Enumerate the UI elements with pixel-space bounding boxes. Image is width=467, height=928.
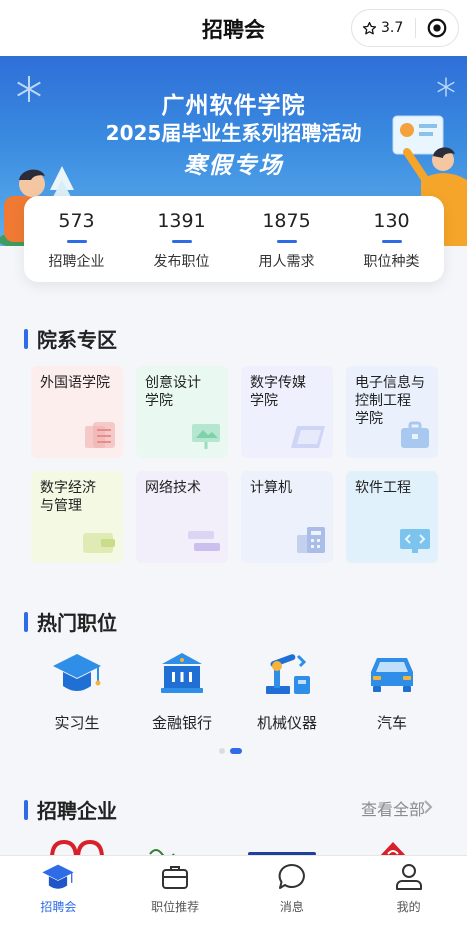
stat-demand[interactable]: 1875 用人需求 <box>234 196 339 282</box>
monitor-code-icon <box>400 529 430 553</box>
robot-arm-icon <box>266 654 310 694</box>
tab-label: 招聘会 <box>40 900 77 914</box>
user-icon <box>395 864 422 890</box>
tab-messages[interactable]: 消息 <box>234 856 351 928</box>
position-automotive[interactable]: 汽车 <box>342 648 442 733</box>
position-label: 实习生 <box>54 714 100 732</box>
rating-button[interactable]: 3.7 <box>352 20 415 36</box>
section-departments: 院系专区 <box>24 324 117 353</box>
carousel-pager[interactable] <box>219 748 242 754</box>
position-intern[interactable]: 实习生 <box>27 648 127 733</box>
dept-card-digital-media[interactable]: 数字传媒 学院 <box>241 366 333 458</box>
section-marker <box>24 799 28 820</box>
tab-job-recommend[interactable]: 职位推荐 <box>117 856 234 928</box>
tab-label: 消息 <box>279 900 304 914</box>
tab-profile[interactable]: 我的 <box>350 856 467 928</box>
target-icon <box>427 18 447 38</box>
dept-label: 数字经济 与管理 <box>40 480 96 514</box>
close-mini-program-button[interactable] <box>416 17 458 39</box>
stat-label: 招聘企业 <box>48 254 105 270</box>
dept-label: 计算机 <box>250 480 292 496</box>
bottom-tab-bar: 招聘会 职位推荐 消息 我的 <box>0 855 467 928</box>
mini-program-capsule: 3.7 <box>351 9 459 47</box>
stat-label: 职位种类 <box>363 254 420 270</box>
graduation-cap-icon <box>53 654 101 691</box>
dept-card-electronics[interactable]: 电子信息与 控制工程 学院 <box>346 366 438 458</box>
section-companies: 招聘企业 <box>24 795 117 824</box>
dept-card-computer[interactable]: 计算机 <box>241 471 333 563</box>
dept-label: 数字传媒 学院 <box>250 375 306 409</box>
view-all-link[interactable]: 查看全部 <box>361 796 425 820</box>
dept-card-creative-design[interactable]: 创意设计 学院 <box>136 366 228 458</box>
position-label: 金融银行 <box>151 714 212 732</box>
stat-value: 573 <box>58 210 95 232</box>
position-label: 汽车 <box>376 714 407 732</box>
rating-value: 3.7 <box>381 20 404 36</box>
calculator-icon <box>297 527 325 553</box>
section-marker <box>24 611 28 632</box>
stat-label: 用人需求 <box>258 254 315 270</box>
chevron-right-icon[interactable] <box>423 799 433 815</box>
pager-dot[interactable] <box>219 748 225 754</box>
easel-icon <box>192 424 220 449</box>
tab-label: 我的 <box>396 900 421 914</box>
screen-icon <box>291 426 325 448</box>
dept-card-network-tech[interactable]: 网络技术 <box>136 471 228 563</box>
star-icon <box>362 21 377 34</box>
wallet-icon <box>83 533 115 553</box>
dept-card-software-engineering[interactable]: 软件工程 <box>346 471 438 563</box>
section-marker <box>24 328 28 349</box>
top-bar: 招聘会 3.7 <box>0 0 467 56</box>
stat-value: 130 <box>373 210 410 232</box>
stat-underline <box>381 240 402 243</box>
stat-label: 发布职位 <box>153 254 210 270</box>
dept-card-foreign-languages[interactable]: 外国语学院 <box>31 366 123 458</box>
stat-categories[interactable]: 130 职位种类 <box>339 196 444 282</box>
dept-label: 软件工程 <box>355 480 411 496</box>
stat-companies[interactable]: 573 招聘企业 <box>24 196 129 282</box>
position-finance-banking[interactable]: 金融银行 <box>132 648 232 733</box>
notebook-icon <box>85 422 115 448</box>
section-title: 热门职位 <box>37 611 117 635</box>
tab-job-fair[interactable]: 招聘会 <box>0 856 117 928</box>
briefcase-icon <box>401 421 429 448</box>
briefcase-icon <box>162 866 189 889</box>
bank-icon <box>161 653 203 693</box>
pager-dot-active[interactable] <box>230 748 242 754</box>
dept-card-digital-economy[interactable]: 数字经济 与管理 <box>31 471 123 563</box>
stat-underline <box>171 240 192 243</box>
stats-card: 573 招聘企业 1391 发布职位 1875 用人需求 130 职位种类 <box>24 196 444 282</box>
position-label: 机械仪器 <box>256 714 317 732</box>
dept-label: 创意设计 学院 <box>145 375 201 409</box>
tab-label: 职位推荐 <box>151 900 200 914</box>
section-title: 招聘企业 <box>37 799 117 823</box>
stat-underline <box>66 240 87 243</box>
dept-label: 网络技术 <box>145 480 201 496</box>
server-icon <box>188 531 220 551</box>
position-machinery[interactable]: 机械仪器 <box>237 648 337 733</box>
section-title: 院系专区 <box>37 328 117 352</box>
stat-value: 1875 <box>262 210 311 232</box>
car-icon <box>371 658 413 692</box>
stat-positions[interactable]: 1391 发布职位 <box>129 196 234 282</box>
graduation-cap-icon <box>42 864 75 889</box>
stat-value: 1391 <box>157 210 206 232</box>
chat-bubble-icon <box>278 863 305 889</box>
stat-underline <box>276 240 297 243</box>
section-hot-positions: 热门职位 <box>24 607 117 636</box>
dept-label: 外国语学院 <box>40 375 110 391</box>
